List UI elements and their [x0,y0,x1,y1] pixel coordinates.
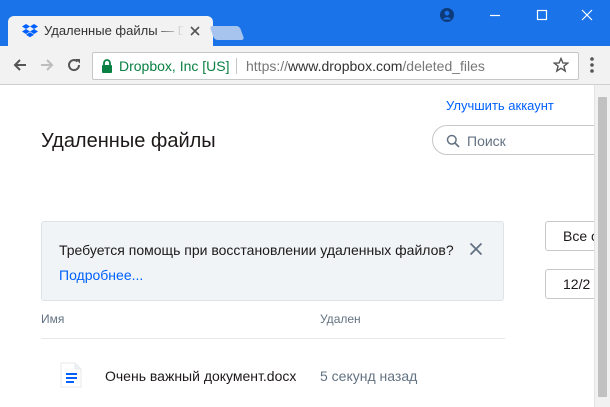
scope-filter-value: Все о [563,228,594,244]
tab-title: Удаленные файлы — Dropbox [44,23,184,38]
omnibox-divider [236,58,237,74]
close-window-icon [581,9,593,21]
reload-icon [68,59,81,72]
forward-arrow-icon [41,59,54,71]
back-arrow-icon [13,59,26,71]
reload-button[interactable] [64,55,84,75]
file-name[interactable]: Очень важный документ.docx [105,368,296,384]
scope-filter-dropdown[interactable]: Все о [545,221,594,251]
bookmark-star-icon[interactable] [553,57,569,73]
close-icon[interactable] [469,242,483,256]
maximize-icon [536,9,548,21]
help-banner-text: Требуется помощь при восстановлении удал… [59,242,454,258]
column-header-name[interactable]: Имя [41,312,64,326]
minimize-icon [490,14,500,17]
document-icon [60,362,82,388]
search-icon [446,134,460,148]
search-placeholder: Поиск [467,133,506,149]
page-title: Удаленные файлы [41,130,216,152]
browser-tab[interactable]: Удаленные файлы — Dropbox [8,16,213,46]
browser-titlebar: Удаленные файлы — Dropbox [0,0,610,46]
search-input[interactable]: Поиск [432,125,594,155]
learn-more-link[interactable]: Подробнее... [59,267,143,283]
dropbox-favicon-icon [22,24,38,38]
close-window-button[interactable] [564,0,610,30]
maximize-button[interactable] [519,0,565,30]
page-scrollbar[interactable] [594,85,610,407]
profile-button[interactable] [424,0,470,30]
date-filter-input[interactable]: 12/2 [545,269,594,299]
lock-icon [102,59,112,73]
help-banner: Требуется помощь при восстановлении удал… [41,221,504,301]
address-bar[interactable]: Dropbox, Inc [US] https://www.dropbox.co… [92,52,579,80]
browser-toolbar: Dropbox, Inc [US] https://www.dropbox.co… [0,46,610,85]
profile-icon [440,8,454,22]
page-viewport: Улучшить аккаунт Удаленные файлы Поиск Т… [0,85,594,407]
file-deleted-time: 5 секунд назад [320,368,418,384]
column-header-deleted[interactable]: Удален [320,312,361,326]
tab-close-icon[interactable] [189,25,201,37]
new-tab-button[interactable] [209,26,245,40]
table-header-divider [41,338,505,339]
forward-button[interactable] [37,55,57,75]
url-text[interactable]: https://www.dropbox.com/deleted_files [246,58,485,74]
secure-site-label[interactable]: Dropbox, Inc [US] [119,58,230,74]
back-button[interactable] [10,55,30,75]
scrollbar-thumb[interactable] [598,97,607,397]
browser-menu-icon[interactable] [589,56,595,74]
minimize-button[interactable] [472,0,518,30]
date-filter-value: 12/2 [563,276,591,292]
upgrade-account-link[interactable]: Улучшить аккаунт [446,98,554,113]
